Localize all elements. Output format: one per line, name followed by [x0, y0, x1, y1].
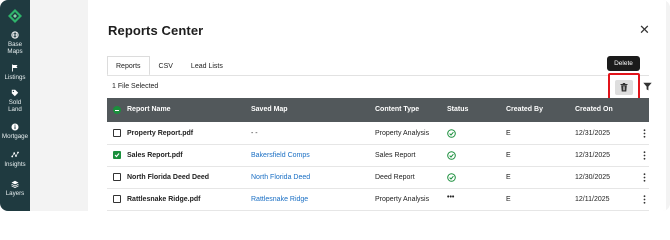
table-row[interactable]: Property Report.pdf - - Property Analysi… [107, 123, 649, 145]
row-checkbox[interactable] [113, 195, 121, 203]
sidebar-item-label-line2: Maps [7, 48, 23, 55]
sidebar: Base Maps Listings Sold Land Mortgage In… [0, 0, 30, 211]
more-options-icon[interactable] [643, 195, 646, 204]
reports-center-modal: Reports Center ✕ Reports CSV Lead Lists … [88, 0, 666, 211]
tag-icon [11, 89, 19, 97]
trash-icon [620, 83, 628, 92]
created-on: 12/30/2025 [575, 174, 611, 181]
modal-backdrop[interactable]: Reports Center ✕ Reports CSV Lead Lists … [30, 0, 670, 211]
col-created-on[interactable]: Created On [575, 106, 613, 113]
more-options-icon[interactable] [643, 151, 646, 160]
modal-title: Reports Center [108, 23, 204, 38]
network-icon [11, 151, 19, 159]
sidebar-item-label: Base [7, 41, 23, 48]
row-checkbox[interactable] [113, 151, 121, 159]
sidebar-item-layers[interactable]: Layers [0, 180, 30, 197]
tab-reports[interactable]: Reports [107, 56, 150, 76]
report-name: Rattlesnake Ridge.pdf [127, 196, 201, 203]
col-content-type[interactable]: Content Type [375, 106, 419, 113]
report-name: Property Report.pdf [127, 130, 194, 137]
created-by: E [506, 152, 511, 159]
sidebar-item-insights[interactable]: Insights [0, 151, 30, 168]
created-on: 12/31/2025 [575, 130, 611, 137]
sidebar-item-base-maps[interactable]: Base Maps [0, 31, 30, 55]
more-options-icon[interactable] [643, 129, 646, 138]
row-checkbox[interactable] [113, 129, 121, 137]
checkmark-icon [114, 153, 120, 158]
content-type: Property Analysis [375, 196, 430, 203]
sidebar-item-label: Layers [5, 190, 25, 197]
table-row[interactable]: Rattlesnake Ridge.pdf Rattlesnake Ridge … [107, 189, 649, 211]
tab-lead-lists[interactable]: Lead Lists [182, 56, 232, 76]
report-name: Sales Report.pdf [127, 152, 183, 159]
row-checkbox[interactable] [113, 173, 121, 181]
report-name: North Florida Deed Deed [127, 174, 210, 181]
check-circle-icon [447, 173, 456, 182]
info-icon [11, 123, 19, 131]
tab-divider [107, 75, 649, 76]
saved-map: - - [251, 130, 258, 137]
sidebar-item-label: Insights [4, 161, 26, 168]
selection-count: 1 File Selected [112, 83, 159, 90]
flag-icon [11, 64, 19, 72]
status-pending: ••• [447, 194, 455, 201]
table-row[interactable]: North Florida Deed Deed North Florida De… [107, 167, 649, 189]
sidebar-item-label-line2: Land [8, 106, 22, 113]
saved-map-link[interactable]: Bakersfield Comps [251, 152, 310, 159]
content-type: Property Analysis [375, 130, 430, 137]
filter-icon[interactable] [643, 82, 652, 91]
sidebar-item-label: Sold [8, 99, 22, 106]
created-on: 12/31/2025 [575, 152, 611, 159]
sidebar-item-label: Listings [4, 74, 26, 81]
content-type: Deed Report [375, 174, 415, 181]
close-icon[interactable]: ✕ [639, 22, 650, 38]
col-report-name[interactable]: Report Name [127, 106, 171, 113]
delete-tooltip: Delete [607, 56, 640, 71]
more-options-icon[interactable] [643, 173, 646, 182]
sidebar-item-sold-land[interactable]: Sold Land [0, 89, 30, 113]
created-by: E [506, 130, 511, 137]
check-circle-icon [447, 129, 456, 138]
created-on: 12/11/2025 [575, 196, 610, 203]
globe-icon [11, 31, 19, 39]
created-by: E [506, 196, 511, 203]
tab-bar: Reports CSV Lead Lists [107, 56, 232, 76]
check-circle-icon [447, 151, 456, 160]
app-window: Base Maps Listings Sold Land Mortgage In… [0, 0, 670, 211]
saved-map-link[interactable]: North Florida Deed [251, 174, 310, 181]
tab-csv[interactable]: CSV [150, 56, 182, 76]
content-type: Sales Report [375, 152, 416, 159]
sidebar-item-mortgage[interactable]: Mortgage [0, 123, 30, 140]
layers-icon [11, 180, 19, 188]
sidebar-item-label: Mortgage [1, 133, 29, 140]
table-row[interactable]: Sales Report.pdf Bakersfield Comps Sales… [107, 145, 649, 167]
select-all-checkbox[interactable] [113, 106, 121, 114]
table-header: Report Name Saved Map Content Type Statu… [107, 98, 649, 122]
col-status[interactable]: Status [447, 106, 468, 113]
col-created-by[interactable]: Created By [506, 106, 543, 113]
saved-map-link[interactable]: Rattlesnake Ridge [251, 196, 308, 203]
col-saved-map[interactable]: Saved Map [251, 106, 288, 113]
delete-button-surface [615, 80, 633, 95]
sidebar-item-listings[interactable]: Listings [0, 64, 30, 81]
app-logo-icon[interactable] [7, 8, 23, 24]
created-by: E [506, 174, 511, 181]
